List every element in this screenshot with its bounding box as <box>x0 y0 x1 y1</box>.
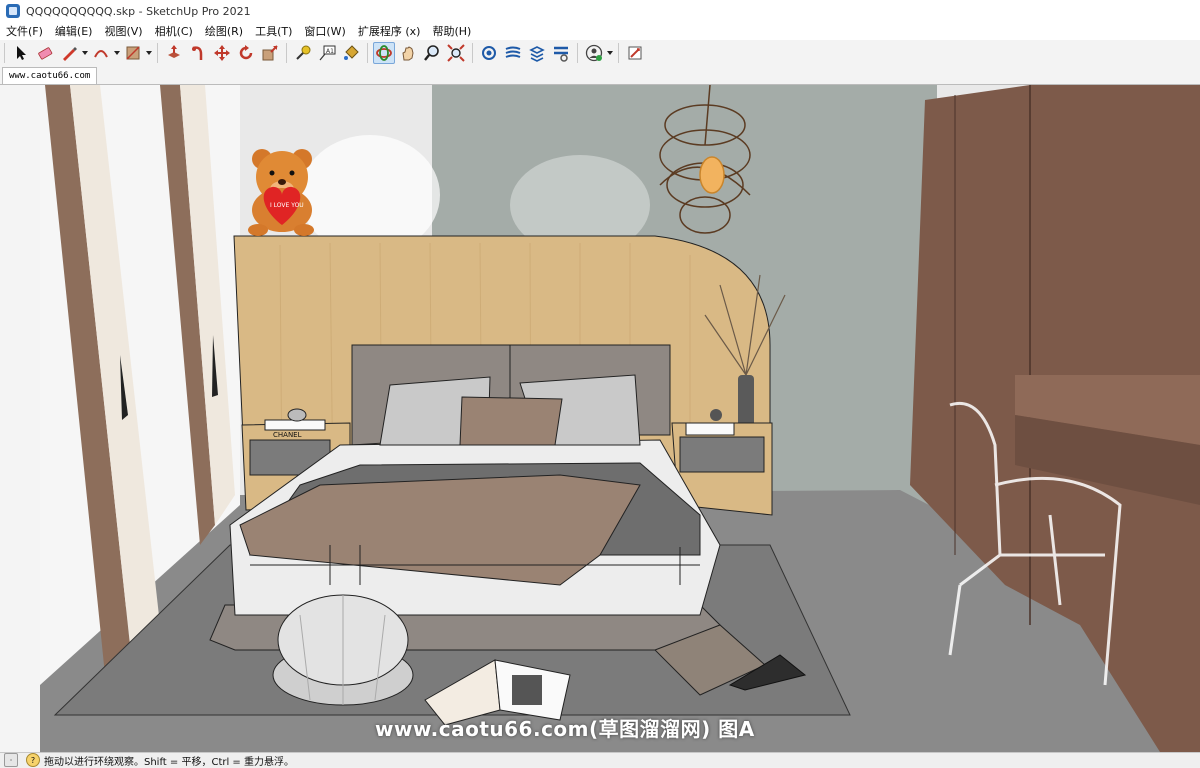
follow-me-tool-button[interactable] <box>187 42 209 64</box>
pan-tool-button[interactable] <box>397 42 419 64</box>
help-icon[interactable]: ? <box>26 753 40 767</box>
rotate-icon <box>239 45 253 60</box>
menu-file[interactable]: 文件(F) <box>0 23 49 39</box>
push-pull-tool-button[interactable] <box>163 42 185 64</box>
menu-edit[interactable]: 编辑(E) <box>49 23 99 39</box>
status-text: 拖动以进行环绕观察。Shift = 平移，Ctrl = 重力悬浮。 <box>44 756 294 768</box>
pouf <box>272 594 414 706</box>
menu-draw[interactable]: 绘图(R) <box>199 23 249 39</box>
extension-manager-icon <box>554 46 568 62</box>
layout-icon <box>529 46 545 62</box>
model-viewport[interactable]: I LOVE YOU CHANEL <box>0 85 1200 752</box>
toolbar-separator <box>367 43 368 63</box>
svg-text:A1: A1 <box>326 48 334 55</box>
tape-measure-tool-button[interactable] <box>292 42 314 64</box>
account-icon <box>585 44 603 62</box>
tape-measure-icon <box>296 45 311 60</box>
toolbar-separator <box>618 43 619 63</box>
menu-view[interactable]: 视图(V) <box>98 23 148 39</box>
main-toolbar: A1 <box>0 40 1200 67</box>
add-location-button[interactable] <box>624 42 646 64</box>
status-bar: · ? 拖动以进行环绕观察。Shift = 平移，Ctrl = 重力悬浮。 <box>0 752 1200 768</box>
move-icon <box>214 45 230 61</box>
move-tool-button[interactable] <box>211 42 233 64</box>
left-wall <box>0 85 40 752</box>
pillow-text: I LOVE YOU <box>270 202 304 209</box>
toolbar-separator <box>577 43 578 63</box>
rectangle-icon <box>126 46 140 60</box>
push-pull-icon <box>168 45 180 58</box>
eraser-tool-button[interactable] <box>34 42 56 64</box>
line-tool-button[interactable] <box>58 42 80 64</box>
watermark: www.caotu66.com(草图溜溜网) 图A <box>375 717 755 741</box>
zoom-icon <box>424 45 439 61</box>
3d-warehouse-button[interactable] <box>478 42 500 64</box>
rectangle-tool-button[interactable] <box>122 42 144 64</box>
text-icon: A1 <box>319 45 336 61</box>
orbit-icon <box>376 45 392 61</box>
toolbar-separator <box>157 43 158 63</box>
scene-tab[interactable]: www.caotu66.com <box>2 67 98 84</box>
line-tool-dropdown[interactable] <box>81 42 89 64</box>
book-text: CHANEL <box>273 431 302 439</box>
title-bar: QQQQQQQQQQ.skp - SketchUp Pro 2021 <box>0 0 1200 22</box>
toolbar-separator <box>472 43 473 63</box>
menu-camera[interactable]: 相机(C) <box>149 23 199 39</box>
scale-icon <box>262 45 278 61</box>
account-button[interactable] <box>583 42 605 64</box>
status-info-icon[interactable]: · <box>4 753 18 767</box>
menu-bar: 文件(F) 编辑(E) 视图(V) 相机(C) 绘图(R) 工具(T) 窗口(W… <box>0 22 1200 40</box>
toolbar-separator <box>4 43 5 63</box>
3d-warehouse-icon <box>482 46 496 60</box>
menu-help[interactable]: 帮助(H) <box>426 23 477 39</box>
paint-bucket-icon <box>344 45 359 60</box>
rectangle-tool-dropdown[interactable] <box>145 42 153 64</box>
extension-manager-button[interactable] <box>550 42 572 64</box>
eraser-icon <box>38 47 53 60</box>
arc-tool-dropdown[interactable] <box>113 42 121 64</box>
text-tool-button[interactable]: A1 <box>316 42 338 64</box>
follow-me-icon <box>192 46 203 60</box>
extension-warehouse-button[interactable] <box>502 42 524 64</box>
rotate-tool-button[interactable] <box>235 42 257 64</box>
pan-icon <box>402 46 414 61</box>
bedroom-scene: I LOVE YOU CHANEL <box>0 85 1200 752</box>
scene-tab-bar: www.caotu66.com <box>0 66 1200 85</box>
window-title: QQQQQQQQQQ.skp - SketchUp Pro 2021 <box>26 4 251 18</box>
zoom-extents-tool-button[interactable] <box>445 42 467 64</box>
menu-extensions[interactable]: 扩展程序 (x) <box>352 23 427 39</box>
paint-bucket-tool-button[interactable] <box>340 42 362 64</box>
account-dropdown[interactable] <box>606 42 614 64</box>
layout-button[interactable] <box>526 42 548 64</box>
arc-tool-button[interactable] <box>90 42 112 64</box>
select-tool-button[interactable] <box>10 42 32 64</box>
orbit-tool-button[interactable] <box>373 42 395 64</box>
menu-window[interactable]: 窗口(W) <box>298 23 351 39</box>
toolbar-separator <box>286 43 287 63</box>
zoom-extents-icon <box>447 44 465 62</box>
select-icon <box>17 46 26 60</box>
zoom-tool-button[interactable] <box>421 42 443 64</box>
arc-icon <box>94 50 108 58</box>
pencil-line-icon <box>63 47 77 61</box>
add-location-icon <box>628 46 642 60</box>
extension-warehouse-icon <box>505 46 521 58</box>
sketchup-app-icon <box>6 4 20 18</box>
scale-tool-button[interactable] <box>259 42 281 64</box>
menu-tools[interactable]: 工具(T) <box>249 23 298 39</box>
